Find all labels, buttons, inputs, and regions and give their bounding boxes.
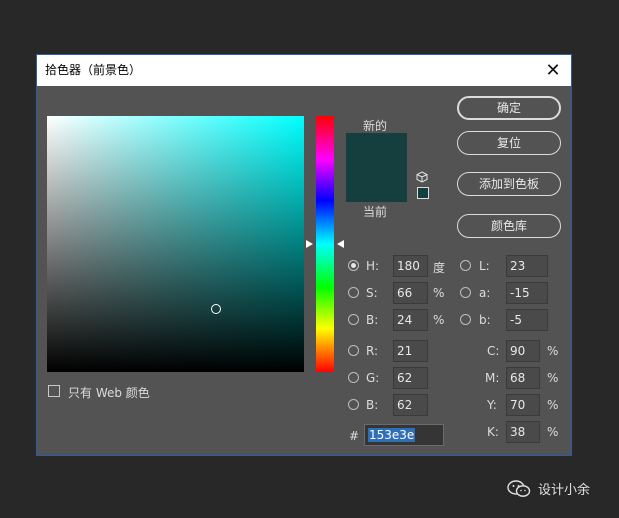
hex-label: #	[349, 429, 360, 443]
magenta-unit: %	[547, 371, 559, 385]
color-libraries-button[interactable]: 颜色库	[457, 214, 561, 238]
watermark-text: 设计小余	[538, 483, 591, 498]
green-label: G:	[366, 371, 380, 385]
brightness-unit: %	[433, 313, 445, 327]
magenta-input[interactable]: 68	[506, 367, 540, 389]
add-to-swatches-button[interactable]: 添加到色板	[457, 172, 561, 196]
window-title: 拾色器（前景色）	[45, 63, 142, 77]
current-color-label: 当前	[363, 205, 388, 219]
brightness-label: B:	[366, 313, 379, 327]
lab-a-input[interactable]: -15	[506, 282, 548, 304]
hue-slider-handle-right[interactable]	[337, 240, 344, 248]
web-safe-color-swatch[interactable]	[417, 187, 429, 199]
hue-slider[interactable]	[316, 116, 334, 372]
close-icon: ✕	[545, 60, 561, 81]
lab-b-input[interactable]: -5	[506, 309, 548, 331]
hue-label: H:	[366, 259, 380, 273]
close-button[interactable]: ✕	[539, 58, 567, 83]
lab-l-radio[interactable]	[460, 260, 471, 271]
cyan-unit: %	[547, 344, 559, 358]
green-radio[interactable]	[348, 372, 359, 383]
hue-radio[interactable]	[348, 260, 359, 271]
black-label: K:	[487, 425, 499, 439]
saturation-unit: %	[433, 286, 445, 300]
red-radio[interactable]	[348, 345, 359, 356]
hue-input[interactable]: 180	[393, 255, 428, 277]
web-safe-cube-icon[interactable]	[416, 171, 428, 183]
blue-label: B:	[366, 398, 379, 412]
lab-b-label: b:	[479, 313, 491, 327]
magenta-label: M:	[485, 371, 500, 385]
cyan-label: C:	[487, 344, 500, 358]
brightness-radio[interactable]	[348, 314, 359, 325]
saturation-brightness-field[interactable]	[47, 116, 304, 372]
title-bar: 拾色器（前景色） ✕	[37, 55, 571, 86]
ok-button[interactable]: 确定	[457, 96, 561, 120]
blue-radio[interactable]	[348, 399, 359, 410]
hex-input[interactable]: 153e3e	[364, 424, 444, 446]
lab-l-input[interactable]: 23	[506, 255, 548, 277]
color-field-cursor[interactable]	[211, 304, 221, 314]
web-colors-only-label: 只有 Web 颜色	[68, 386, 150, 400]
new-color-swatch	[346, 133, 407, 168]
reset-button[interactable]: 复位	[457, 131, 561, 155]
yellow-unit: %	[547, 398, 559, 412]
lab-a-radio[interactable]	[460, 287, 471, 298]
green-input[interactable]: 62	[393, 367, 428, 389]
saturation-label: S:	[366, 286, 378, 300]
saturation-input[interactable]: 66	[393, 282, 428, 304]
black-input[interactable]: 38	[506, 421, 540, 443]
wechat-icon	[507, 480, 531, 497]
current-color-swatch[interactable]	[346, 168, 407, 202]
hex-value-selected: 153e3e	[368, 428, 416, 442]
hue-unit: 度	[433, 261, 446, 275]
red-label: R:	[366, 344, 379, 358]
black-unit: %	[547, 425, 559, 439]
saturation-radio[interactable]	[348, 287, 359, 298]
lab-b-radio[interactable]	[460, 314, 471, 325]
lab-a-label: a:	[479, 286, 491, 300]
red-input[interactable]: 21	[393, 340, 428, 362]
cyan-input[interactable]: 90	[506, 340, 540, 362]
color-picker-dialog: 拾色器（前景色） ✕ 新的 当前 确定 复位 添加到色板 颜色库 H: 180 …	[36, 54, 572, 456]
brightness-input[interactable]: 24	[393, 309, 428, 331]
yellow-label: Y:	[487, 398, 497, 412]
web-colors-only-checkbox[interactable]	[48, 385, 60, 397]
new-color-label: 新的	[363, 119, 388, 133]
blue-input[interactable]: 62	[393, 394, 428, 416]
yellow-input[interactable]: 70	[506, 394, 540, 416]
lab-l-label: L:	[479, 259, 490, 273]
hue-slider-handle-left[interactable]	[306, 240, 313, 248]
